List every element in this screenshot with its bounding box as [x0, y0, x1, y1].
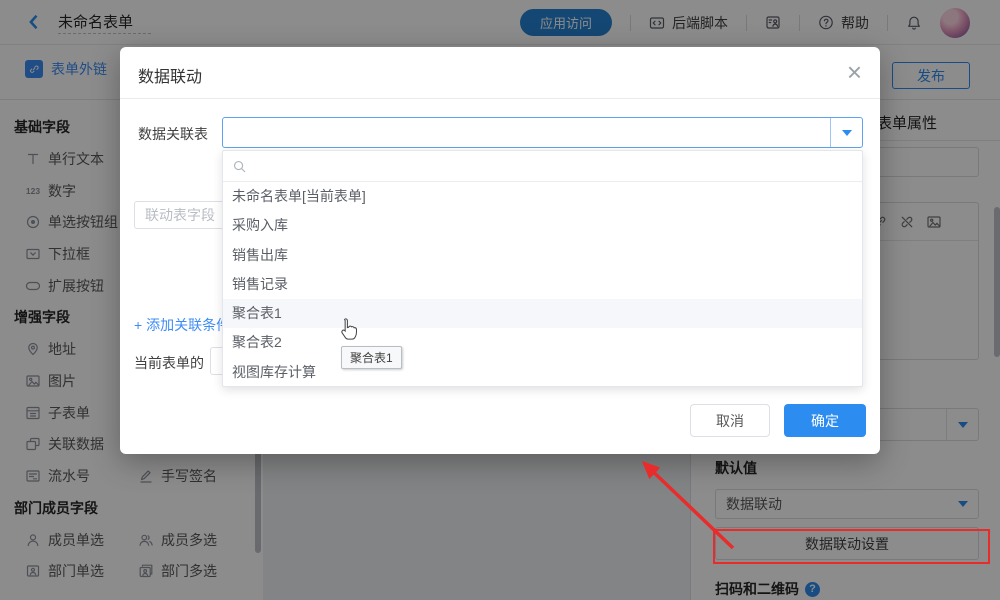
current-form-label: 当前表单的	[134, 353, 204, 373]
relation-table-select[interactable]	[222, 117, 863, 148]
chevron-down-icon	[842, 130, 852, 136]
dropdown-search[interactable]	[223, 151, 862, 182]
search-input[interactable]	[253, 151, 854, 181]
cancel-button[interactable]: 取消	[690, 404, 770, 437]
relation-table-label: 数据关联表	[138, 124, 208, 144]
dropdown-option[interactable]: 销售记录	[223, 270, 862, 299]
dropdown-option[interactable]: 未命名表单[当前表单]	[223, 182, 862, 211]
modal-title: 数据联动	[138, 63, 202, 87]
confirm-button[interactable]: 确定	[784, 404, 866, 437]
dropdown-option[interactable]: 采购入库	[223, 211, 862, 240]
add-condition-link[interactable]: + 添加关联条件	[134, 315, 230, 335]
relation-table-dropdown: 未命名表单[当前表单]采购入库销售出库销售记录聚合表1聚合表2视图库存计算	[222, 150, 863, 387]
dropdown-option[interactable]: 聚合表1	[223, 299, 862, 328]
dropdown-option[interactable]: 销售出库	[223, 241, 862, 270]
search-icon	[231, 158, 247, 174]
dropdown-option[interactable]: 视图库存计算	[223, 358, 862, 387]
data-linkage-modal: 数据联动 × 数据关联表 + 添加关联条件 当前表单的 未命名表单[当前表单]采…	[120, 47, 880, 454]
close-icon[interactable]: ×	[847, 57, 862, 87]
dropdown-option[interactable]: 聚合表2	[223, 328, 862, 357]
option-tooltip: 聚合表1	[341, 346, 402, 369]
